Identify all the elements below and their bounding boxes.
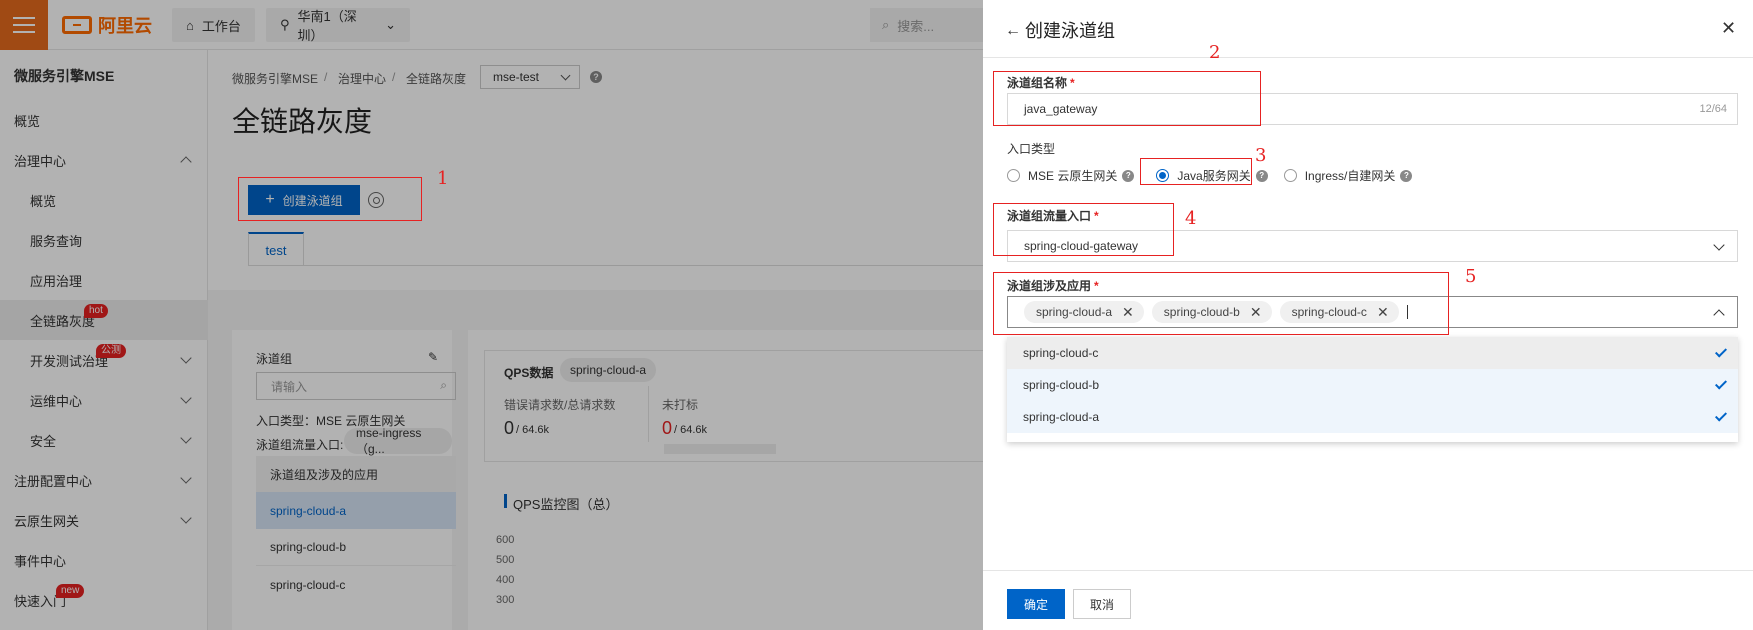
annotation-number: 3: [1255, 145, 1267, 166]
annotation-number: 4: [1185, 208, 1197, 229]
radio-label[interactable]: Ingress/自建网关: [1305, 167, 1396, 184]
annotation-box: [1140, 158, 1252, 185]
chevron-down-icon: [1713, 239, 1725, 251]
confirm-button[interactable]: 确定: [1007, 589, 1065, 619]
dropdown-option[interactable]: spring-cloud-a: [1007, 401, 1738, 433]
option-label: spring-cloud-a: [1023, 410, 1100, 424]
option-label: spring-cloud-c: [1023, 346, 1099, 360]
annotation-box: [993, 203, 1174, 256]
cancel-button[interactable]: 取消: [1073, 589, 1131, 619]
modal-overlay[interactable]: [0, 0, 983, 630]
entry-type-label: 入口类型: [1007, 142, 1056, 156]
drawer-footer: 确定 取消: [983, 570, 1753, 630]
dropdown-option[interactable]: spring-cloud-b: [1007, 369, 1738, 401]
chevron-up-icon: [1713, 309, 1725, 321]
annotation-number: 1: [437, 168, 449, 189]
radio-ingress-gateway[interactable]: [1283, 169, 1297, 182]
radio-mse-gateway[interactable]: [1007, 169, 1020, 182]
check-icon: [1714, 409, 1728, 422]
annotation-number: 5: [1465, 266, 1477, 287]
annotation-box: [238, 177, 422, 221]
annotation-box: [993, 272, 1449, 335]
dropdown-option[interactable]: spring-cloud-c: [1007, 337, 1738, 369]
drawer-header: ← 创建泳道组 ✕: [983, 0, 1753, 58]
check-icon: [1714, 345, 1728, 358]
option-label: spring-cloud-b: [1023, 378, 1100, 392]
annotation-box: [993, 71, 1261, 126]
char-counter: 12/64: [1699, 103, 1727, 115]
close-icon[interactable]: ✕: [1721, 18, 1736, 39]
annotation-number: 2: [1209, 42, 1221, 63]
help-icon[interactable]: ?: [1122, 169, 1135, 182]
drawer-title: 创建泳道组: [1025, 21, 1115, 41]
help-icon[interactable]: ?: [1255, 169, 1268, 182]
check-icon: [1714, 377, 1728, 390]
back-arrow-icon[interactable]: ←: [1005, 22, 1021, 40]
radio-label[interactable]: MSE 云原生网关: [1028, 167, 1117, 184]
help-icon[interactable]: ?: [1400, 169, 1413, 182]
apps-dropdown: spring-cloud-c spring-cloud-b spring-clo…: [1007, 337, 1738, 442]
